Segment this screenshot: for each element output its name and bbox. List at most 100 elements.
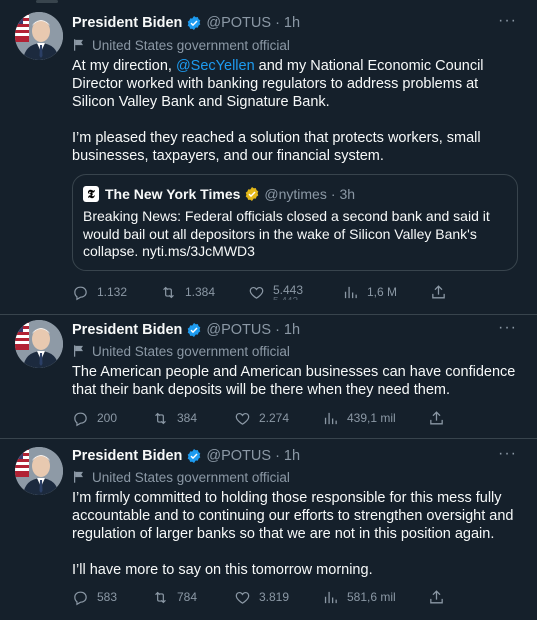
- avatar-image-icon: [15, 12, 63, 60]
- retweet-button[interactable]: 784: [152, 587, 197, 607]
- reply-count: 583: [97, 590, 118, 604]
- reply-count: 1.132: [97, 285, 128, 299]
- tweet-header: President Biden @POTUS · 1h: [72, 13, 300, 33]
- reply-icon: [74, 286, 87, 300]
- affiliation-label: United States government official: [72, 36, 290, 54]
- tweet[interactable]: President Biden @POTUS · 1h ··· United S…: [0, 439, 537, 620]
- timestamp[interactable]: 1h: [284, 322, 300, 338]
- share-button[interactable]: [430, 282, 455, 302]
- mention-link[interactable]: @SecYellen: [176, 58, 255, 74]
- views-button[interactable]: 581,6 mil: [322, 587, 396, 607]
- retweet-icon: [163, 286, 174, 298]
- like-count: 5.443: [273, 282, 304, 297]
- reply-button[interactable]: 200: [72, 408, 117, 428]
- views-chart-icon: [324, 591, 337, 603]
- avatar[interactable]: [15, 320, 63, 368]
- verified-badge-icon: [186, 322, 202, 338]
- author-name[interactable]: President Biden: [72, 448, 182, 464]
- tweet[interactable]: President Biden @POTUS · 1h ··· United S…: [0, 0, 537, 315]
- tweet-text: At my direction, @SecYellen and my Natio…: [72, 57, 522, 165]
- separator: ·: [275, 448, 280, 464]
- tweet-text: I’m firmly committed to holding those re…: [72, 490, 514, 578]
- affiliation-label: United States government official: [72, 342, 290, 360]
- retweet-button[interactable]: 384: [152, 408, 197, 428]
- separator: ·: [275, 322, 280, 338]
- like-button[interactable]: 3.819: [234, 587, 289, 607]
- timestamp[interactable]: 1h: [284, 15, 300, 31]
- more-options-icon[interactable]: ···: [498, 12, 517, 30]
- timestamp[interactable]: 1h: [284, 448, 300, 464]
- reply-icon: [74, 412, 87, 426]
- flag-icon: [74, 471, 84, 483]
- affiliation-text: United States government official: [92, 469, 290, 485]
- verified-badge-icon: [186, 15, 202, 31]
- tweet-actions: 1.132 1.384 5.443 5.442 1,6 M: [72, 282, 452, 302]
- more-options-icon[interactable]: ···: [498, 319, 517, 337]
- tweet-text: The American people and American busines…: [72, 364, 516, 398]
- retweet-button[interactable]: 1.384: [160, 282, 215, 302]
- like-count-stack: 5.443 5.442: [273, 282, 304, 300]
- view-count: 1,6 M: [367, 285, 398, 299]
- like-button[interactable]: 5.443 5.442: [248, 282, 303, 302]
- separator: ·: [275, 15, 280, 31]
- quoted-tweet-header: 𝕿 The New York Times @nytimes · 3h: [83, 185, 355, 203]
- avatar-image-icon: [15, 320, 63, 368]
- reply-button[interactable]: 1.132: [72, 282, 127, 302]
- heart-icon: [235, 591, 250, 604]
- tweet-text-part: At my direction,: [72, 58, 176, 74]
- avatar-image-icon: [15, 447, 63, 495]
- tweet-header: President Biden @POTUS · 1h: [72, 446, 300, 466]
- tweet-actions: 583 784 3.819 581,6 mil: [72, 587, 452, 607]
- affiliation-text: United States government official: [92, 37, 290, 53]
- like-button[interactable]: 2.274: [234, 408, 289, 428]
- avatar[interactable]: [15, 12, 63, 60]
- nyt-logo-icon: 𝕿: [83, 186, 99, 202]
- quoted-timestamp: 3h: [339, 186, 356, 202]
- retweet-icon: [155, 412, 166, 424]
- author-handle[interactable]: @POTUS: [206, 15, 271, 31]
- verified-badge-icon: [186, 448, 202, 464]
- heart-icon: [249, 286, 264, 299]
- view-count: 581,6 mil: [347, 590, 396, 604]
- like-count-transition: 5.442: [273, 296, 303, 300]
- quoted-tweet[interactable]: 𝕿 The New York Times @nytimes · 3h Break…: [72, 174, 518, 271]
- share-button[interactable]: [428, 408, 453, 428]
- tweet-header: President Biden @POTUS · 1h: [72, 320, 300, 340]
- like-count: 2.274: [259, 411, 290, 425]
- reply-button[interactable]: 583: [72, 587, 117, 607]
- quoted-author-name: The New York Times: [105, 186, 241, 202]
- author-handle[interactable]: @POTUS: [206, 448, 271, 464]
- more-options-icon[interactable]: ···: [498, 445, 517, 463]
- share-icon: [432, 284, 445, 298]
- avatar[interactable]: [15, 447, 63, 495]
- reply-count: 200: [97, 411, 118, 425]
- flag-icon: [74, 345, 84, 357]
- retweet-count: 384: [177, 411, 198, 425]
- views-chart-icon: [344, 286, 357, 298]
- quoted-author-handle: @nytimes: [264, 186, 327, 202]
- author-name[interactable]: President Biden: [72, 15, 182, 31]
- views-chart-icon: [324, 412, 337, 424]
- retweet-icon: [155, 591, 166, 603]
- affiliation-label: United States government official: [72, 468, 290, 486]
- tweet[interactable]: President Biden @POTUS · 1h ··· United S…: [0, 315, 537, 439]
- like-count: 3.819: [259, 590, 290, 604]
- views-button[interactable]: 439,1 mil: [322, 408, 396, 428]
- share-button[interactable]: [428, 587, 453, 607]
- heart-icon: [235, 412, 250, 425]
- tweet-actions: 200 384 2.274 439,1 mil: [72, 408, 452, 428]
- retweet-count: 784: [177, 590, 198, 604]
- share-icon: [430, 589, 443, 603]
- share-icon: [430, 410, 443, 424]
- verified-organization-badge-icon: [244, 186, 260, 202]
- view-count: 439,1 mil: [347, 411, 396, 425]
- flag-icon: [74, 39, 84, 51]
- quoted-tweet-text: Breaking News: Federal officials closed …: [83, 208, 490, 259]
- views-button[interactable]: 1,6 M: [342, 282, 397, 302]
- reply-icon: [74, 591, 87, 605]
- separator: ·: [330, 186, 336, 202]
- author-handle[interactable]: @POTUS: [206, 322, 271, 338]
- author-name[interactable]: President Biden: [72, 322, 182, 338]
- affiliation-text: United States government official: [92, 343, 290, 359]
- retweet-count: 1.384: [185, 285, 216, 299]
